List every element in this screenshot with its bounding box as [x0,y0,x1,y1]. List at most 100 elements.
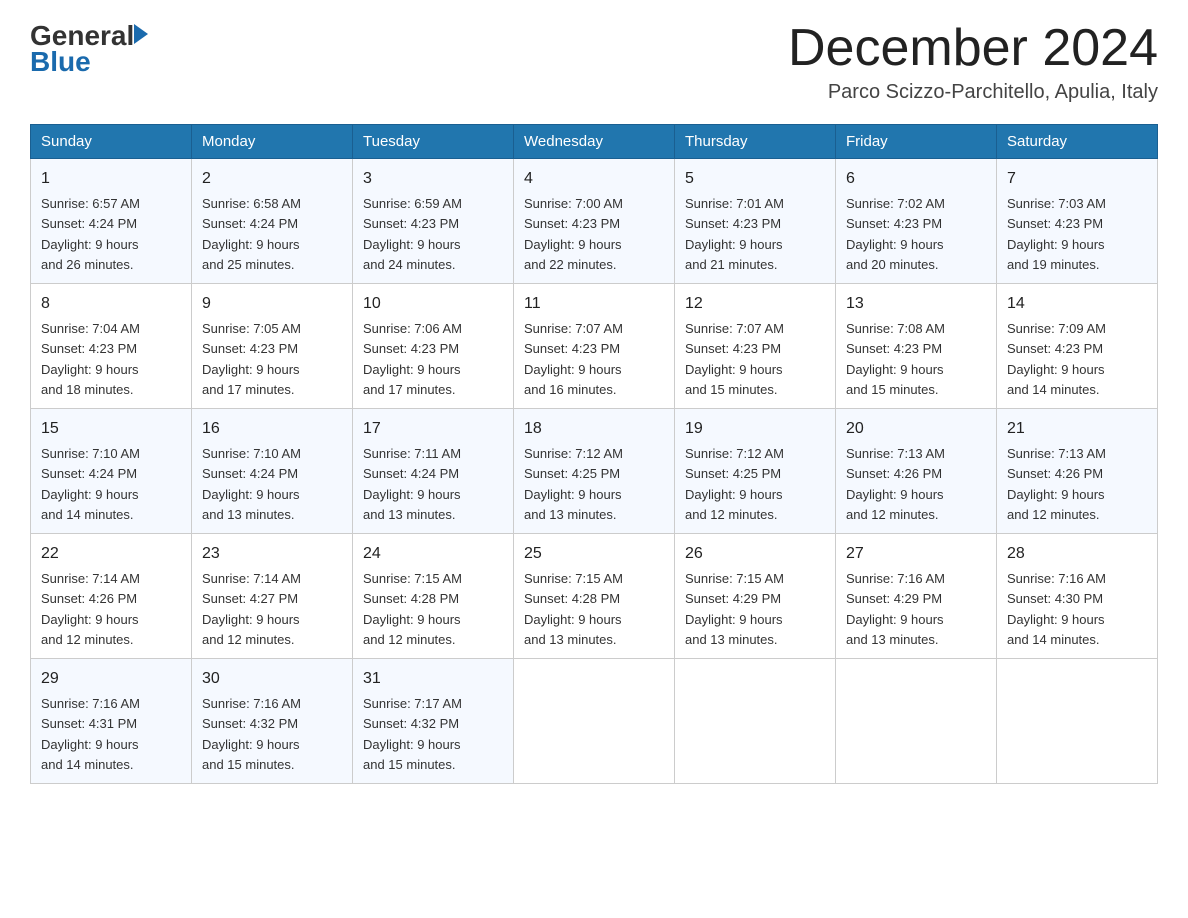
calendar-cell: 4 Sunrise: 7:00 AMSunset: 4:23 PMDayligh… [514,159,675,284]
calendar-cell [836,659,997,784]
day-number: 28 [1007,542,1147,566]
day-number: 8 [41,292,181,316]
day-info: Sunrise: 7:16 AMSunset: 4:29 PMDaylight:… [846,571,945,647]
calendar-cell: 7 Sunrise: 7:03 AMSunset: 4:23 PMDayligh… [997,159,1158,284]
col-friday: Friday [836,125,997,159]
day-info: Sunrise: 7:16 AMSunset: 4:31 PMDaylight:… [41,696,140,772]
day-info: Sunrise: 7:04 AMSunset: 4:23 PMDaylight:… [41,321,140,397]
calendar-cell: 18 Sunrise: 7:12 AMSunset: 4:25 PMDaylig… [514,409,675,534]
page-header: General Blue December 2024 Parco Scizzo-… [30,20,1158,104]
day-number: 2 [202,167,342,191]
day-number: 16 [202,417,342,441]
day-number: 27 [846,542,986,566]
calendar-cell: 26 Sunrise: 7:15 AMSunset: 4:29 PMDaylig… [675,534,836,659]
day-info: Sunrise: 7:00 AMSunset: 4:23 PMDaylight:… [524,196,623,272]
col-thursday: Thursday [675,125,836,159]
day-number: 26 [685,542,825,566]
day-number: 15 [41,417,181,441]
calendar-cell [675,659,836,784]
day-info: Sunrise: 7:16 AMSunset: 4:30 PMDaylight:… [1007,571,1106,647]
day-info: Sunrise: 7:10 AMSunset: 4:24 PMDaylight:… [202,446,301,522]
day-info: Sunrise: 7:06 AMSunset: 4:23 PMDaylight:… [363,321,462,397]
day-number: 1 [41,167,181,191]
location-subtitle: Parco Scizzo-Parchitello, Apulia, Italy [788,81,1158,104]
day-number: 20 [846,417,986,441]
calendar-cell: 14 Sunrise: 7:09 AMSunset: 4:23 PMDaylig… [997,284,1158,409]
day-info: Sunrise: 7:07 AMSunset: 4:23 PMDaylight:… [524,321,623,397]
day-info: Sunrise: 7:12 AMSunset: 4:25 PMDaylight:… [524,446,623,522]
calendar-week-2: 8 Sunrise: 7:04 AMSunset: 4:23 PMDayligh… [31,284,1158,409]
calendar-cell: 28 Sunrise: 7:16 AMSunset: 4:30 PMDaylig… [997,534,1158,659]
calendar-cell: 6 Sunrise: 7:02 AMSunset: 4:23 PMDayligh… [836,159,997,284]
day-info: Sunrise: 7:15 AMSunset: 4:28 PMDaylight:… [363,571,462,647]
day-info: Sunrise: 7:11 AMSunset: 4:24 PMDaylight:… [363,446,461,522]
col-wednesday: Wednesday [514,125,675,159]
day-info: Sunrise: 7:08 AMSunset: 4:23 PMDaylight:… [846,321,945,397]
calendar-cell: 8 Sunrise: 7:04 AMSunset: 4:23 PMDayligh… [31,284,192,409]
day-info: Sunrise: 7:15 AMSunset: 4:29 PMDaylight:… [685,571,784,647]
calendar-cell: 27 Sunrise: 7:16 AMSunset: 4:29 PMDaylig… [836,534,997,659]
calendar-cell: 19 Sunrise: 7:12 AMSunset: 4:25 PMDaylig… [675,409,836,534]
day-number: 5 [685,167,825,191]
calendar-cell: 24 Sunrise: 7:15 AMSunset: 4:28 PMDaylig… [353,534,514,659]
title-area: December 2024 Parco Scizzo-Parchitello, … [788,20,1158,104]
day-number: 10 [363,292,503,316]
day-number: 6 [846,167,986,191]
day-number: 7 [1007,167,1147,191]
day-number: 9 [202,292,342,316]
calendar-cell: 1 Sunrise: 6:57 AMSunset: 4:24 PMDayligh… [31,159,192,284]
calendar-header-row: Sunday Monday Tuesday Wednesday Thursday… [31,125,1158,159]
day-info: Sunrise: 7:17 AMSunset: 4:32 PMDaylight:… [363,696,462,772]
logo-triangle-icon [134,24,148,44]
day-number: 19 [685,417,825,441]
calendar-week-5: 29 Sunrise: 7:16 AMSunset: 4:31 PMDaylig… [31,659,1158,784]
day-info: Sunrise: 7:03 AMSunset: 4:23 PMDaylight:… [1007,196,1106,272]
calendar-cell: 3 Sunrise: 6:59 AMSunset: 4:23 PMDayligh… [353,159,514,284]
calendar-table: Sunday Monday Tuesday Wednesday Thursday… [30,124,1158,784]
day-number: 14 [1007,292,1147,316]
day-number: 11 [524,292,664,316]
calendar-cell: 25 Sunrise: 7:15 AMSunset: 4:28 PMDaylig… [514,534,675,659]
day-info: Sunrise: 7:09 AMSunset: 4:23 PMDaylight:… [1007,321,1106,397]
calendar-cell: 13 Sunrise: 7:08 AMSunset: 4:23 PMDaylig… [836,284,997,409]
calendar-cell: 2 Sunrise: 6:58 AMSunset: 4:24 PMDayligh… [192,159,353,284]
day-number: 23 [202,542,342,566]
day-number: 22 [41,542,181,566]
calendar-cell: 20 Sunrise: 7:13 AMSunset: 4:26 PMDaylig… [836,409,997,534]
day-number: 24 [363,542,503,566]
day-info: Sunrise: 7:15 AMSunset: 4:28 PMDaylight:… [524,571,623,647]
calendar-cell: 12 Sunrise: 7:07 AMSunset: 4:23 PMDaylig… [675,284,836,409]
calendar-cell: 5 Sunrise: 7:01 AMSunset: 4:23 PMDayligh… [675,159,836,284]
day-info: Sunrise: 7:12 AMSunset: 4:25 PMDaylight:… [685,446,784,522]
day-info: Sunrise: 7:14 AMSunset: 4:27 PMDaylight:… [202,571,301,647]
day-number: 17 [363,417,503,441]
calendar-cell [997,659,1158,784]
logo-blue-text: Blue [30,46,91,78]
logo: General Blue [30,20,148,78]
calendar-cell: 17 Sunrise: 7:11 AMSunset: 4:24 PMDaylig… [353,409,514,534]
day-number: 21 [1007,417,1147,441]
day-number: 29 [41,667,181,691]
calendar-week-4: 22 Sunrise: 7:14 AMSunset: 4:26 PMDaylig… [31,534,1158,659]
day-info: Sunrise: 7:05 AMSunset: 4:23 PMDaylight:… [202,321,301,397]
day-info: Sunrise: 7:07 AMSunset: 4:23 PMDaylight:… [685,321,784,397]
day-number: 25 [524,542,664,566]
day-info: Sunrise: 7:10 AMSunset: 4:24 PMDaylight:… [41,446,140,522]
day-info: Sunrise: 7:13 AMSunset: 4:26 PMDaylight:… [846,446,945,522]
day-info: Sunrise: 6:57 AMSunset: 4:24 PMDaylight:… [41,196,140,272]
calendar-cell: 29 Sunrise: 7:16 AMSunset: 4:31 PMDaylig… [31,659,192,784]
day-number: 18 [524,417,664,441]
calendar-cell: 21 Sunrise: 7:13 AMSunset: 4:26 PMDaylig… [997,409,1158,534]
calendar-cell: 9 Sunrise: 7:05 AMSunset: 4:23 PMDayligh… [192,284,353,409]
day-info: Sunrise: 6:58 AMSunset: 4:24 PMDaylight:… [202,196,301,272]
day-info: Sunrise: 7:02 AMSunset: 4:23 PMDaylight:… [846,196,945,272]
calendar-cell: 11 Sunrise: 7:07 AMSunset: 4:23 PMDaylig… [514,284,675,409]
col-monday: Monday [192,125,353,159]
day-number: 3 [363,167,503,191]
calendar-cell: 16 Sunrise: 7:10 AMSunset: 4:24 PMDaylig… [192,409,353,534]
calendar-cell: 23 Sunrise: 7:14 AMSunset: 4:27 PMDaylig… [192,534,353,659]
day-info: Sunrise: 7:13 AMSunset: 4:26 PMDaylight:… [1007,446,1106,522]
calendar-cell: 22 Sunrise: 7:14 AMSunset: 4:26 PMDaylig… [31,534,192,659]
calendar-week-3: 15 Sunrise: 7:10 AMSunset: 4:24 PMDaylig… [31,409,1158,534]
day-number: 12 [685,292,825,316]
